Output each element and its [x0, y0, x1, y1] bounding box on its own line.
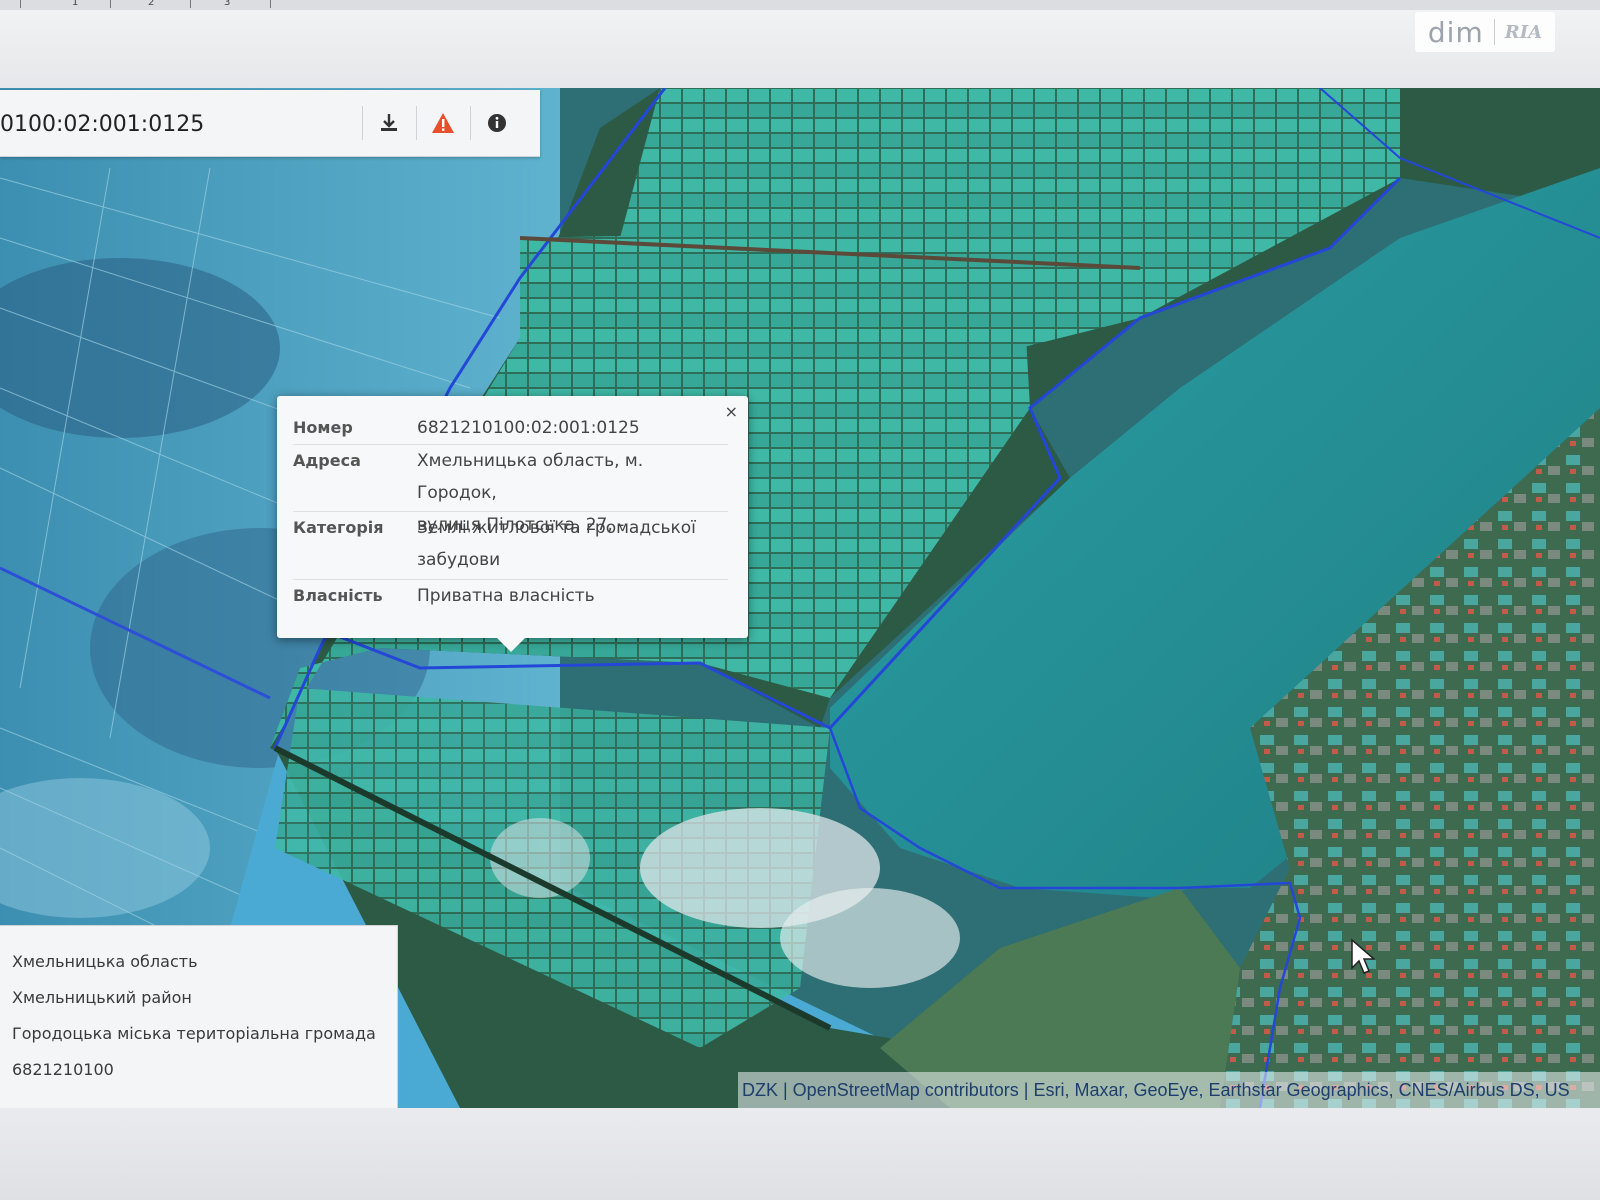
watermark-ria-logo: RIA [1504, 21, 1543, 43]
popup-pointer [497, 638, 525, 652]
ruler-number: 3 [224, 0, 231, 8]
popup-value: Землі житлової та громадської забудови [417, 512, 728, 576]
ruler-tick [20, 0, 21, 8]
parcel-toolbar: 0100:02:001:0125 [0, 90, 540, 157]
popup-key: Номер [293, 418, 353, 437]
toolbar-divider [470, 106, 471, 140]
toolbar-divider [416, 106, 417, 140]
popup-value-line: Землі житлової та громадської [417, 518, 696, 538]
watermark-dim-text: dim [1427, 15, 1484, 49]
mouse-cursor-icon [1351, 938, 1377, 974]
location-info-panel: Хмельницька область Хмельницький район Г… [0, 925, 398, 1111]
popup-key: Категорія [293, 518, 384, 537]
popup-value-line: забудови [417, 550, 501, 570]
cloud [780, 888, 960, 988]
ruler-number: 2 [148, 0, 155, 8]
cloud [490, 818, 590, 898]
parcel-id-label: 0100:02:001:0125 [0, 112, 205, 137]
community-label: Городоцька міська територіальна громада [12, 1024, 376, 1043]
popup-key: Власність [293, 586, 383, 605]
map-attribution[interactable]: DZK | OpenStreetMap contributors | Esri,… [738, 1072, 1600, 1108]
parcel-info-popup: × Номер 6821210100:02:001:0125 Адреса Хм… [277, 396, 748, 652]
footer-band [0, 1108, 1600, 1200]
header-band [0, 10, 1600, 90]
ruler-tick [190, 0, 191, 8]
region-label: Хмельницька область [12, 952, 198, 971]
ruler-tick [270, 0, 271, 8]
watermark-divider [1493, 19, 1495, 45]
info-button[interactable] [478, 104, 516, 142]
popup-row-category: Категорія Землі житлової та громадської … [293, 511, 728, 576]
popup-row-ownership: Власність Приватна власність [293, 579, 728, 612]
download-icon [381, 114, 397, 131]
dim-ria-watermark: dim RIA [1415, 12, 1555, 52]
report-issue-button[interactable] [424, 104, 462, 142]
ruler-number: 1 [72, 0, 79, 8]
koatuu-code-label: 6821210100 [12, 1060, 114, 1079]
district-label: Хмельницький район [12, 988, 192, 1007]
popup-value: Приватна власність [417, 586, 595, 606]
ruler-tick [110, 0, 111, 8]
download-button[interactable] [370, 104, 408, 142]
popup-value-line: Хмельницька область, м. Городок, [417, 451, 644, 503]
popup-value: 6821210100:02:001:0125 [417, 418, 640, 438]
warning-triangle-icon [432, 113, 454, 133]
toolbar-divider [362, 106, 363, 140]
info-circle-icon [488, 114, 506, 132]
popup-row-number: Номер 6821210100:02:001:0125 [293, 412, 728, 444]
